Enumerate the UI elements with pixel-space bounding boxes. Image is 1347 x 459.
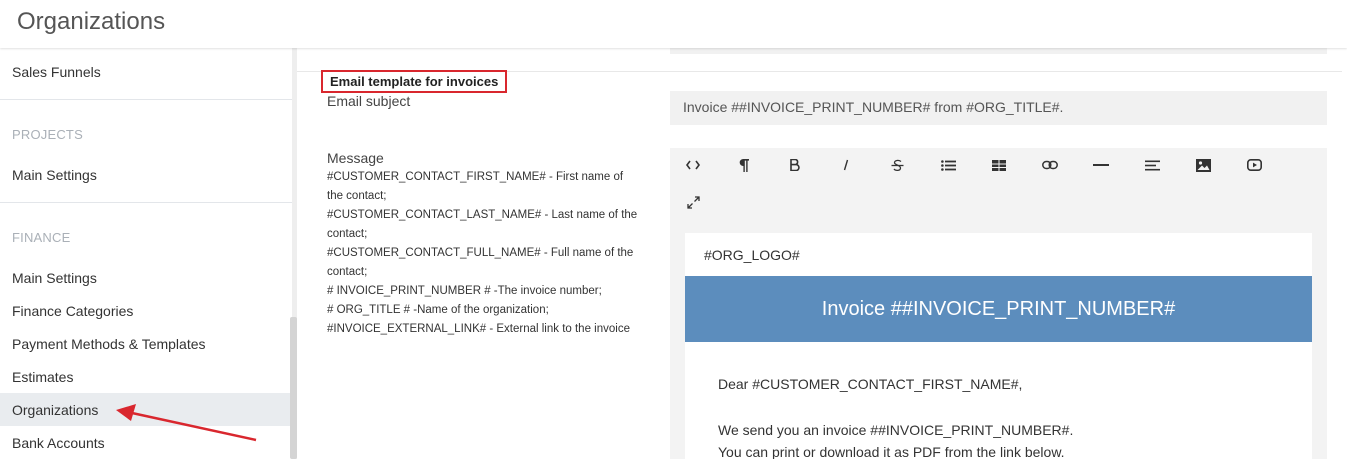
page-title: Organizations [17,8,166,35]
greeting-text: Dear #CUSTOMER_CONTACT_FIRST_NAME#, [718,376,1023,392]
sidebar-section-finance: FINANCE [12,230,71,245]
horizontal-rule-icon[interactable] [1090,154,1112,176]
sidebar-item-organizations[interactable]: Organizations [12,402,98,418]
section-title-email-template: Email template for invoices [321,70,508,93]
message-label: Message [327,150,384,166]
hint-line: #CUSTOMER_CONTACT_LAST_NAME# - Last name… [327,209,638,221]
sidebar-item-sales-funnels[interactable]: Sales Funnels [12,64,101,80]
sidebar-divider [0,202,292,203]
fullscreen-icon[interactable] [682,191,704,213]
email-subject-label: Email subject [327,93,411,109]
hint-line: contact; [327,228,368,240]
sidebar-item-finance-categories[interactable]: Finance Categories [12,303,133,319]
strikethrough-icon[interactable] [886,154,908,176]
sidebar-item-finance-main-settings[interactable]: Main Settings [12,270,97,286]
sidebar-item-bank-accounts[interactable]: Bank Accounts [12,435,105,451]
bold-icon[interactable] [784,154,806,176]
editor-content-area[interactable]: #ORG_LOGO# Invoice ##INVOICE_PRINT_NUMBE… [685,233,1312,459]
message-line: You can print or download it as PDF from… [718,444,1065,459]
hint-line: contact; [327,266,368,278]
message-editor: #ORG_LOGO# Invoice ##INVOICE_PRINT_NUMBE… [670,148,1327,459]
sidebar-scrollbar-thumb[interactable] [290,317,297,459]
hint-line: #CUSTOMER_CONTACT_FIRST_NAME# - First na… [327,171,624,183]
page-header: Organizations [0,0,1347,48]
bullet-list-icon[interactable] [937,154,959,176]
hint-line: #INVOICE_EXTERNAL_LINK# - External link … [327,323,630,335]
sidebar: Sales Funnels PROJECTS Main Settings FIN… [0,48,292,459]
link-icon[interactable] [1039,154,1061,176]
previous-field [670,48,1327,54]
italic-icon[interactable] [835,154,857,176]
hint-line: # INVOICE_PRINT_NUMBER # -The invoice nu… [327,285,602,297]
placeholder-hint-list: #CUSTOMER_CONTACT_FIRST_NAME# - First na… [327,168,647,339]
sidebar-item-payment-methods[interactable]: Payment Methods & Templates [12,336,206,352]
sidebar-section-projects: PROJECTS [12,127,83,142]
hint-line: #CUSTOMER_CONTACT_FULL_NAME# - Full name… [327,247,634,259]
align-icon[interactable] [1141,154,1163,176]
sidebar-item-estimates[interactable]: Estimates [12,369,73,385]
paragraph-icon[interactable] [733,154,755,176]
org-logo-placeholder: #ORG_LOGO# [704,247,800,263]
main-content: Email template for invoices Email subjec… [297,48,1347,459]
hint-line: the contact; [327,190,387,202]
code-view-icon[interactable] [682,154,704,176]
invoice-banner: Invoice ##INVOICE_PRINT_NUMBER# [685,276,1312,342]
sidebar-item-projects-main-settings[interactable]: Main Settings [12,167,97,183]
sidebar-divider [0,99,292,100]
invoice-banner-title: Invoice ##INVOICE_PRINT_NUMBER# [821,297,1176,320]
image-icon[interactable] [1192,154,1214,176]
message-line: We send you an invoice ##INVOICE_PRINT_N… [718,422,1074,438]
video-icon[interactable] [1243,154,1265,176]
hint-line: # ORG_TITLE # -Name of the organization; [327,304,549,316]
email-subject-input[interactable]: Invoice ##INVOICE_PRINT_NUMBER# from #OR… [670,91,1327,125]
table-icon[interactable] [988,154,1010,176]
